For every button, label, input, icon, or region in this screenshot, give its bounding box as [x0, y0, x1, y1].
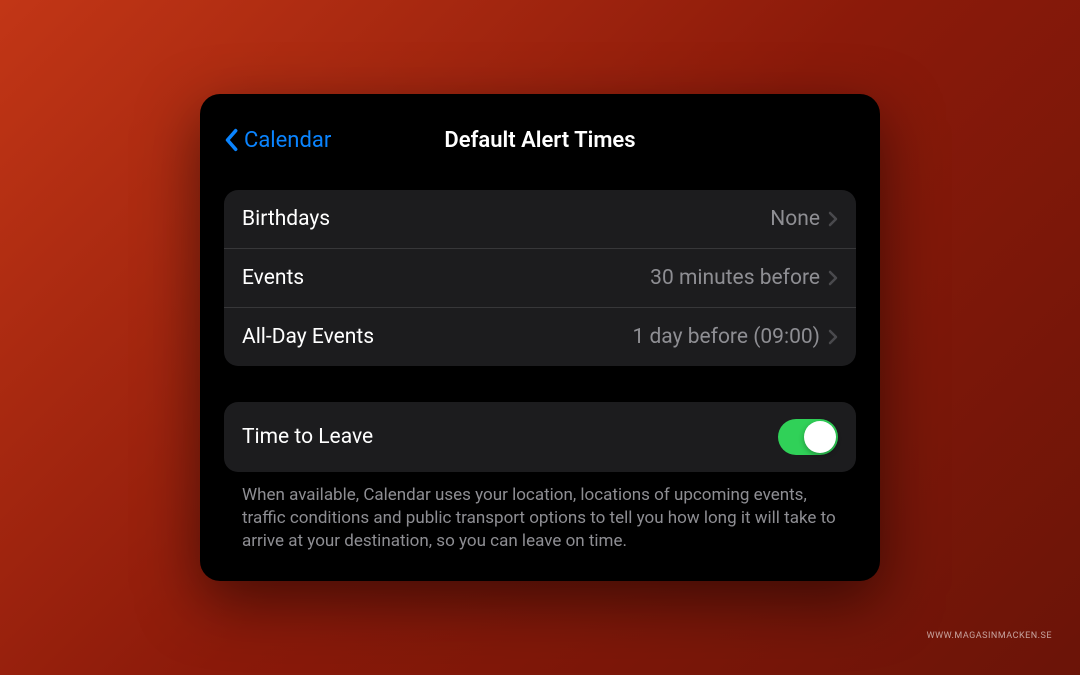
- row-value: 30 minutes before: [650, 266, 820, 290]
- alert-times-section: Birthdays None Events 30 minutes before …: [224, 190, 856, 366]
- chevron-left-icon: [224, 128, 238, 152]
- settings-panel: Calendar Default Alert Times Birthdays N…: [200, 94, 880, 581]
- toggle-knob: [804, 421, 836, 453]
- all-day-events-row[interactable]: All-Day Events 1 day before (09:00): [224, 307, 856, 366]
- time-to-leave-toggle[interactable]: [778, 419, 838, 455]
- watermark: WWW.MAGASINMACKEN.SE: [927, 631, 1052, 641]
- time-to-leave-row: Time to Leave: [224, 402, 856, 472]
- row-label: Birthdays: [242, 207, 330, 231]
- birthdays-row[interactable]: Birthdays None: [224, 190, 856, 248]
- chevron-right-icon: [828, 329, 838, 345]
- back-label: Calendar: [244, 128, 331, 153]
- section-footer-text: When available, Calendar uses your locat…: [224, 472, 856, 553]
- row-label: Events: [242, 266, 304, 290]
- row-right: 1 day before (09:00): [632, 325, 838, 349]
- back-button[interactable]: Calendar: [224, 128, 331, 153]
- time-to-leave-section: Time to Leave: [224, 402, 856, 472]
- row-label: Time to Leave: [242, 425, 373, 449]
- chevron-right-icon: [828, 211, 838, 227]
- row-right: 30 minutes before: [650, 266, 838, 290]
- row-value: None: [770, 207, 820, 231]
- header-bar: Calendar Default Alert Times: [224, 118, 856, 162]
- row-label: All-Day Events: [242, 325, 374, 349]
- row-right: None: [770, 207, 838, 231]
- events-row[interactable]: Events 30 minutes before: [224, 248, 856, 307]
- chevron-right-icon: [828, 270, 838, 286]
- row-value: 1 day before (09:00): [632, 325, 820, 349]
- page-title: Default Alert Times: [444, 128, 635, 153]
